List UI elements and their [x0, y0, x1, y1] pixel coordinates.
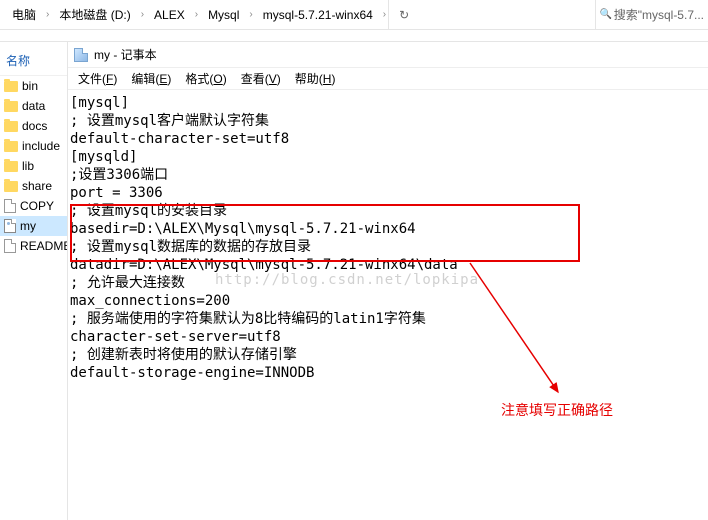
chevron-right-icon: › — [44, 9, 51, 20]
menu-help[interactable]: 帮助(H) — [289, 68, 342, 89]
breadcrumb-item[interactable]: Mysql — [200, 0, 247, 29]
breadcrumb-item[interactable]: ALEX — [146, 0, 193, 29]
list-item[interactable]: data — [0, 96, 67, 116]
notepad-window: my - 记事本 文件(F) 编辑(E) 格式(O) 查看(V) 帮助(H) [… — [68, 42, 708, 520]
column-header-name[interactable]: 名称 — [0, 48, 67, 76]
file-label: COPY — [20, 199, 54, 213]
file-label: bin — [22, 79, 38, 93]
list-item[interactable]: bin — [0, 76, 67, 96]
breadcrumb-item[interactable]: mysql-5.7.21-winx64 — [255, 0, 381, 29]
search-input[interactable]: 搜索"mysql-5.7... — [595, 0, 704, 29]
menu-file[interactable]: 文件(F) — [72, 68, 123, 89]
breadcrumb-item[interactable]: 本地磁盘 (D:) — [51, 0, 138, 29]
chevron-right-icon: › — [381, 9, 388, 20]
folder-icon — [4, 81, 18, 92]
file-label: include — [22, 139, 60, 153]
editor-textarea[interactable]: [mysql] ; 设置mysql客户端默认字符集 default-charac… — [68, 90, 708, 386]
window-title: my - 记事本 — [94, 46, 157, 63]
breadcrumb-item[interactable]: 电脑 — [4, 0, 44, 29]
annotation-label: 注意填写正确路径 — [501, 400, 613, 420]
main-area: 名称 bin data docs include lib share COPY … — [0, 42, 708, 520]
menu-view[interactable]: 查看(V) — [235, 68, 287, 89]
file-label: share — [22, 179, 52, 193]
list-item[interactable]: include — [0, 136, 67, 156]
menu-edit[interactable]: 编辑(E) — [125, 68, 177, 89]
folder-icon — [4, 141, 18, 152]
list-item[interactable]: docs — [0, 116, 67, 136]
file-label: data — [22, 99, 45, 113]
refresh-button[interactable]: ↻ — [388, 0, 419, 29]
file-icon — [4, 199, 16, 213]
folder-icon — [4, 121, 18, 132]
list-item[interactable]: lib — [0, 156, 67, 176]
file-label: docs — [22, 119, 47, 133]
file-list-sidebar: 名称 bin data docs include lib share COPY … — [0, 42, 68, 520]
chevron-right-icon: › — [247, 9, 254, 20]
chevron-right-icon: › — [193, 9, 200, 20]
breadcrumb: 电脑› 本地磁盘 (D:)› ALEX› Mysql› mysql-5.7.21… — [0, 0, 708, 30]
folder-icon — [4, 181, 18, 192]
file-label: lib — [22, 159, 34, 173]
notepad-icon — [74, 48, 88, 62]
folder-icon — [4, 101, 18, 112]
file-icon — [4, 239, 16, 253]
ini-file-icon — [4, 219, 16, 233]
spacer — [0, 30, 708, 42]
notepad-titlebar[interactable]: my - 记事本 — [68, 42, 708, 68]
list-item[interactable]: README — [0, 236, 67, 256]
list-item[interactable]: my — [0, 216, 67, 236]
chevron-right-icon: › — [139, 9, 146, 20]
list-item[interactable]: COPY — [0, 196, 67, 216]
file-label: my — [20, 219, 36, 233]
file-label: README — [20, 239, 67, 253]
list-item[interactable]: share — [0, 176, 67, 196]
menubar: 文件(F) 编辑(E) 格式(O) 查看(V) 帮助(H) — [68, 68, 708, 90]
folder-icon — [4, 161, 18, 172]
menu-format[interactable]: 格式(O) — [179, 68, 232, 89]
